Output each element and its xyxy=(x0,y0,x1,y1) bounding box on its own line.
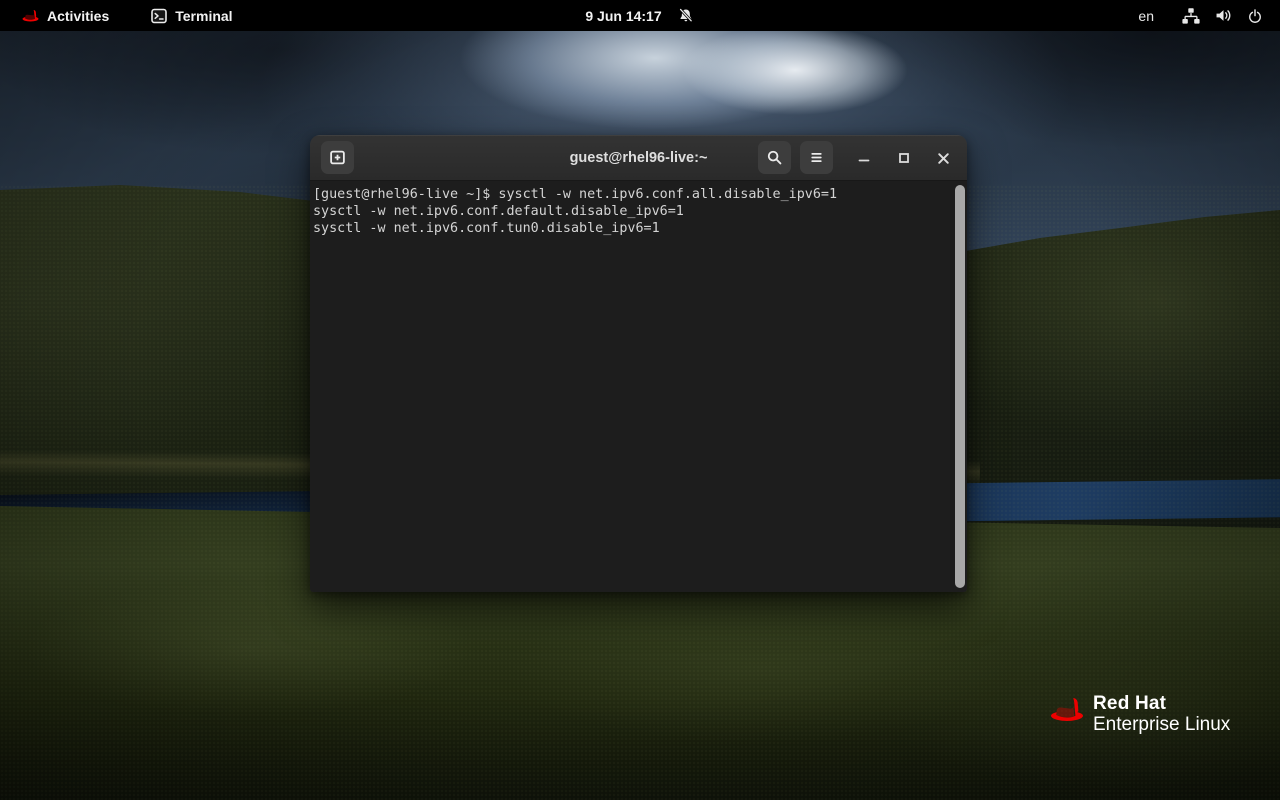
activities-label: Activities xyxy=(47,8,109,24)
menu-button[interactable] xyxy=(800,141,833,174)
search-button[interactable] xyxy=(758,141,791,174)
redhat-logo-icon xyxy=(22,9,39,22)
clock-button[interactable]: 9 Jun 14:17 xyxy=(585,0,694,31)
new-tab-button[interactable] xyxy=(321,141,354,174)
clock-label: 9 Jun 14:17 xyxy=(585,8,661,24)
terminal-window: guest@rhel96-live:~ xyxy=(310,135,967,592)
top-bar: Activities Terminal 9 Jun 14:17 xyxy=(0,0,1280,31)
terminal-app-icon xyxy=(151,8,167,24)
minimize-button[interactable] xyxy=(852,146,876,170)
focused-app-menu[interactable]: Terminal xyxy=(149,0,234,31)
scrollbar-thumb[interactable] xyxy=(955,185,965,588)
power-icon xyxy=(1246,7,1264,25)
terminal-headerbar[interactable]: guest@rhel96-live:~ xyxy=(310,135,967,181)
window-title: guest@rhel96-live:~ xyxy=(570,135,708,181)
system-status-menu[interactable]: en xyxy=(1138,0,1280,31)
rhel-branding: Red Hat Enterprise Linux xyxy=(1050,693,1230,736)
close-button[interactable] xyxy=(931,146,955,170)
network-wired-icon xyxy=(1181,7,1201,25)
terminal-line: sysctl -w net.ipv6.conf.tun0.disable_ipv… xyxy=(313,220,949,237)
redhat-fedora-icon xyxy=(1050,696,1084,722)
keyboard-layout-indicator: en xyxy=(1138,8,1154,24)
brand-product: Enterprise Linux xyxy=(1093,714,1230,736)
app-name-label: Terminal xyxy=(175,8,232,24)
terminal-content[interactable]: [guest@rhel96-live ~]$ sysctl -w net.ipv… xyxy=(310,181,967,592)
terminal-line: sysctl -w net.ipv6.conf.default.disable_… xyxy=(313,203,949,220)
brand-name: Red Hat xyxy=(1093,693,1230,714)
terminal-line: [guest@rhel96-live ~]$ sysctl -w net.ipv… xyxy=(313,186,949,203)
volume-icon xyxy=(1214,7,1233,24)
notifications-disabled-icon xyxy=(678,7,695,24)
maximize-button[interactable] xyxy=(892,146,916,170)
activities-button[interactable]: Activities xyxy=(20,0,111,31)
